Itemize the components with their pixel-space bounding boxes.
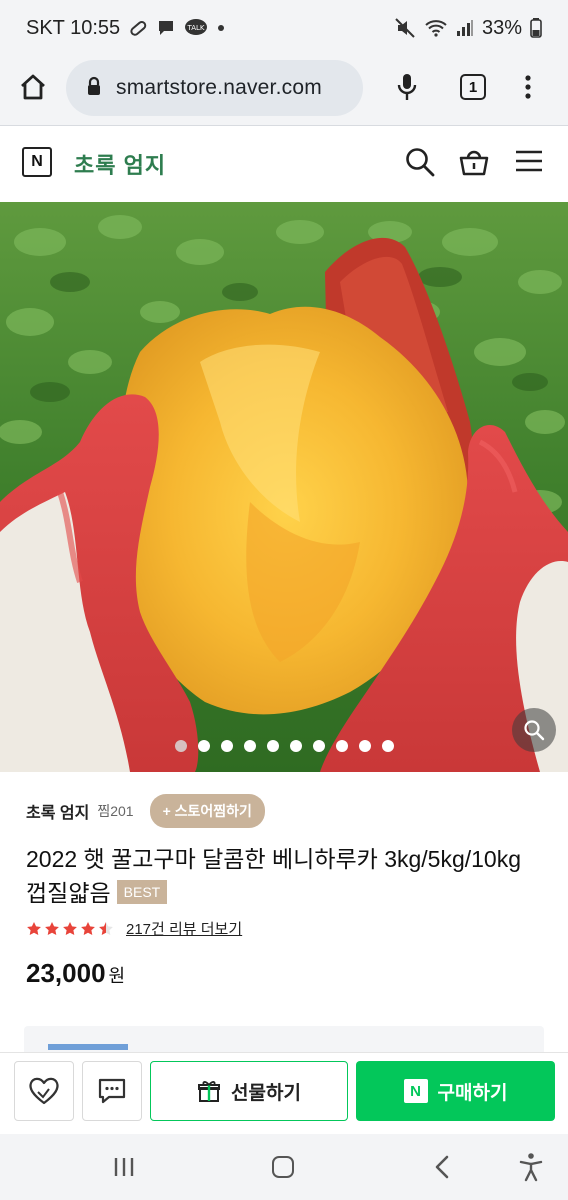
kakaotalk-icon: TALK — [184, 18, 208, 38]
system-home-button[interactable] — [272, 1156, 294, 1178]
notification-dot-icon — [216, 23, 226, 33]
product-info: 초록 엄지 찜201 + 스토어찜하기 2022 햇 꿀고구마 달콤한 베니하루… — [0, 772, 568, 1052]
gallery-dot[interactable] — [220, 740, 233, 752]
gallery-dot[interactable] — [335, 740, 348, 752]
star-icon — [27, 921, 41, 935]
shopping-basket-icon — [459, 150, 489, 176]
battery-icon — [530, 18, 542, 38]
gallery-dot[interactable] — [381, 740, 394, 752]
hamburger-icon — [516, 150, 542, 172]
home-icon — [21, 74, 45, 100]
product-image[interactable] — [0, 202, 568, 772]
zzim-count: 찜201 — [97, 803, 134, 819]
browser-toolbar: smartstore.naver.com 1 — [0, 56, 568, 126]
seller-name[interactable]: 초록 엄지 — [26, 799, 89, 823]
carrier-time: SKT 10:55 — [26, 16, 121, 39]
buy-label: 구매하기 — [437, 1082, 508, 1104]
accessibility-button[interactable] — [518, 1152, 544, 1182]
battery-percent: 33% — [481, 16, 522, 39]
zoom-button[interactable] — [512, 708, 556, 752]
signal-icon — [456, 19, 474, 37]
gallery-dot[interactable] — [312, 740, 325, 752]
back-chevron-icon — [435, 1155, 449, 1179]
lock-icon — [86, 76, 102, 101]
gallery-dot[interactable] — [243, 740, 256, 752]
microphone-icon — [397, 74, 417, 100]
gallery-dot[interactable] — [358, 740, 371, 752]
status-right: 33% — [394, 17, 542, 40]
product-title-text: 2022 햇 꿀고구마 달콤한 베니하루카 3kg/5kg/10kg 껍질얇음 — [26, 846, 522, 906]
menu-button[interactable] — [514, 146, 546, 178]
star-icon — [63, 921, 77, 935]
naver-logo-letter: N — [31, 153, 43, 170]
talk-badge-text: TALK — [187, 24, 205, 32]
tab-switcher-button[interactable]: 1 — [460, 74, 486, 100]
naver-logo[interactable]: N — [22, 147, 52, 177]
recent-apps-button[interactable] — [112, 1156, 136, 1178]
url-text: smartstore.naver.com — [116, 76, 322, 99]
price-currency: 원 — [108, 966, 126, 986]
price-value: 23,000 — [26, 958, 106, 988]
purchase-action-bar: 선물하기 N 구매하기 — [0, 1052, 568, 1134]
status-bar: SKT 10:55 TALK 33% — [0, 0, 568, 56]
review-link[interactable]: 217건 리뷰 더보기 — [126, 918, 242, 939]
browser-home-button[interactable] — [16, 70, 50, 104]
store-name[interactable]: 초록 엄지 — [74, 148, 166, 180]
status-left: SKT 10:55 TALK — [26, 17, 226, 40]
gift-button[interactable]: 선물하기 — [150, 1061, 348, 1121]
magnifier-icon — [524, 720, 545, 741]
pill-icon — [128, 18, 148, 38]
gallery-indicator[interactable] — [0, 740, 568, 752]
sweet-potato-photo — [0, 202, 568, 772]
best-badge: BEST — [116, 880, 168, 904]
store-header: N 초록 엄지 — [0, 126, 568, 202]
wifi-icon — [424, 18, 448, 38]
more-vertical-icon — [525, 75, 531, 99]
system-nav-bar — [0, 1134, 568, 1200]
gallery-dot[interactable] — [266, 740, 279, 752]
half-star-icon — [99, 921, 113, 935]
mute-icon — [394, 17, 416, 39]
chat-icon — [98, 1078, 126, 1104]
gift-icon — [198, 1081, 221, 1102]
cart-button[interactable] — [458, 146, 490, 178]
promo-banner-peek[interactable] — [24, 1026, 544, 1052]
star-icon — [81, 921, 95, 935]
address-bar[interactable]: smartstore.naver.com — [66, 60, 363, 116]
seller-row: 초록 엄지 찜201 + 스토어찜하기 — [26, 794, 265, 828]
heart-icon — [29, 1077, 59, 1105]
star-icon — [45, 921, 59, 935]
browser-menu-button[interactable] — [518, 70, 538, 104]
star-rating — [26, 921, 114, 937]
voice-search-button[interactable] — [392, 70, 422, 104]
rating-row: 217건 리뷰 더보기 — [26, 918, 242, 939]
product-title: 2022 햇 꿀고구마 달콤한 베니하루카 3kg/5kg/10kg 껍질얇음 B… — [26, 842, 546, 910]
message-icon — [156, 18, 176, 38]
search-icon — [406, 148, 435, 177]
gift-label: 선물하기 — [231, 1082, 301, 1104]
naver-pay-logo: N — [403, 1079, 428, 1103]
promo-banner-accent — [48, 1044, 128, 1050]
tab-count: 1 — [468, 78, 478, 96]
buy-button[interactable]: N 구매하기 — [356, 1061, 555, 1121]
talktalk-button[interactable] — [82, 1061, 142, 1121]
gallery-dot[interactable] — [289, 740, 302, 752]
system-back-button[interactable] — [432, 1154, 452, 1180]
store-search-button[interactable] — [404, 146, 436, 178]
accessibility-icon — [519, 1153, 543, 1182]
gallery-dot[interactable] — [197, 740, 210, 752]
price-row: 23,000 원 — [26, 958, 125, 989]
store-follow-button[interactable]: + 스토어찜하기 — [149, 794, 265, 828]
wishlist-button[interactable] — [14, 1061, 74, 1121]
recent-apps-icon — [114, 1158, 134, 1176]
gallery-dot[interactable] — [174, 740, 187, 752]
